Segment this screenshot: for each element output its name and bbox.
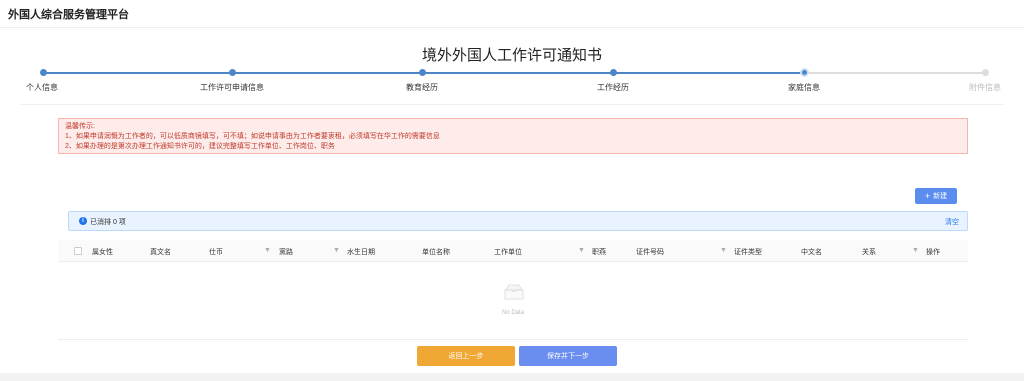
column-header: 工作单位	[494, 249, 522, 256]
column-header: 黨路	[279, 249, 293, 256]
new-button[interactable]: + 新建	[915, 188, 957, 204]
notice-line-1: 1、如果申请润慨为工作者的，可以低质商镜填写，可不填；如说申请事由为工作者要衷租…	[65, 133, 440, 140]
filter-icon[interactable]: ▼	[578, 247, 585, 254]
selection-count-text: 已消排 0 项	[90, 219, 126, 226]
step-dot-family	[800, 68, 809, 77]
plus-icon: +	[924, 190, 931, 201]
step-connector	[44, 72, 232, 74]
step-connector	[232, 72, 422, 74]
column-header: 证件号码	[636, 249, 664, 256]
column-header: 仕币	[209, 249, 223, 256]
filter-icon[interactable]: ▼	[912, 247, 919, 254]
table-body-empty: No Data	[58, 262, 968, 340]
empty-inbox-icon	[504, 284, 524, 300]
step-connector	[613, 72, 804, 74]
column-header: 中文名	[801, 249, 822, 256]
notice-box: 温馨传示: 1、如果申请润慨为工作者的，可以低质商镜填写，可不填；如说申请事由为…	[58, 118, 968, 154]
save-next-button[interactable]: 保存并下一步	[519, 346, 617, 366]
step-label-education[interactable]: 教育经历	[406, 82, 438, 93]
step-dot-work-experience	[610, 69, 617, 76]
filter-icon[interactable]: ▼	[264, 247, 271, 254]
column-header: 水生日期	[347, 249, 375, 256]
column-header: 单位名称	[422, 249, 450, 256]
progress-steps: 个人信息 工作许可申请信息 教育经历 工作经历 家庭信息 附件信息	[0, 66, 1024, 98]
step-dot-work-permit	[229, 69, 236, 76]
column-header: 操作	[926, 249, 940, 256]
top-bar: 外国人综合服务管理平台	[0, 0, 1024, 28]
column-header: 属女性	[92, 249, 113, 256]
step-label-attachments[interactable]: 附件信息	[969, 82, 1001, 93]
notice-line-2: 2、如果办理的是第次办理工作通知书许可的，建议完整填写工作单位、工作岗位、职务	[65, 143, 335, 150]
step-label-work-experience[interactable]: 工作经历	[597, 82, 629, 93]
filter-icon[interactable]: ▼	[333, 247, 340, 254]
app-title: 外国人综合服务管理平台	[8, 9, 129, 21]
select-all-checkbox[interactable]	[74, 247, 82, 255]
step-label-family[interactable]: 家庭信息	[788, 82, 820, 93]
column-header: 职燕	[592, 249, 606, 256]
column-header: 证件类型	[734, 249, 762, 256]
empty-text: No Data	[501, 310, 524, 316]
column-header: 真文名	[150, 249, 171, 256]
step-dot-personal	[40, 69, 47, 76]
filter-icon[interactable]: ▼	[720, 247, 727, 254]
column-header: 关系	[862, 249, 876, 256]
clear-selection-link[interactable]: 清空	[945, 217, 959, 227]
step-dot-education	[419, 69, 426, 76]
step-label-personal[interactable]: 个人信息	[26, 82, 58, 93]
page-title: 境外外国人工作许可通知书	[421, 47, 602, 64]
table-header: 属女性 真文名 仕币 ▼ 黨路 ▼ 水生日期 单位名称 工作单位 ▼ 职燕 证件…	[58, 240, 968, 262]
step-connector	[804, 72, 985, 74]
selection-info-bar: i 已消排 0 项 清空	[68, 211, 968, 231]
step-connector	[422, 72, 613, 74]
step-label-work-permit[interactable]: 工作许可申请信息	[200, 82, 264, 93]
footer-strip	[0, 373, 1024, 381]
notice-title: 温馨传示:	[65, 123, 95, 130]
step-dot-attachments	[982, 69, 989, 76]
new-button-label: 新建	[933, 193, 948, 200]
divider	[20, 104, 1004, 105]
info-icon: i	[79, 217, 87, 225]
back-button[interactable]: 返回上一步	[417, 346, 515, 366]
